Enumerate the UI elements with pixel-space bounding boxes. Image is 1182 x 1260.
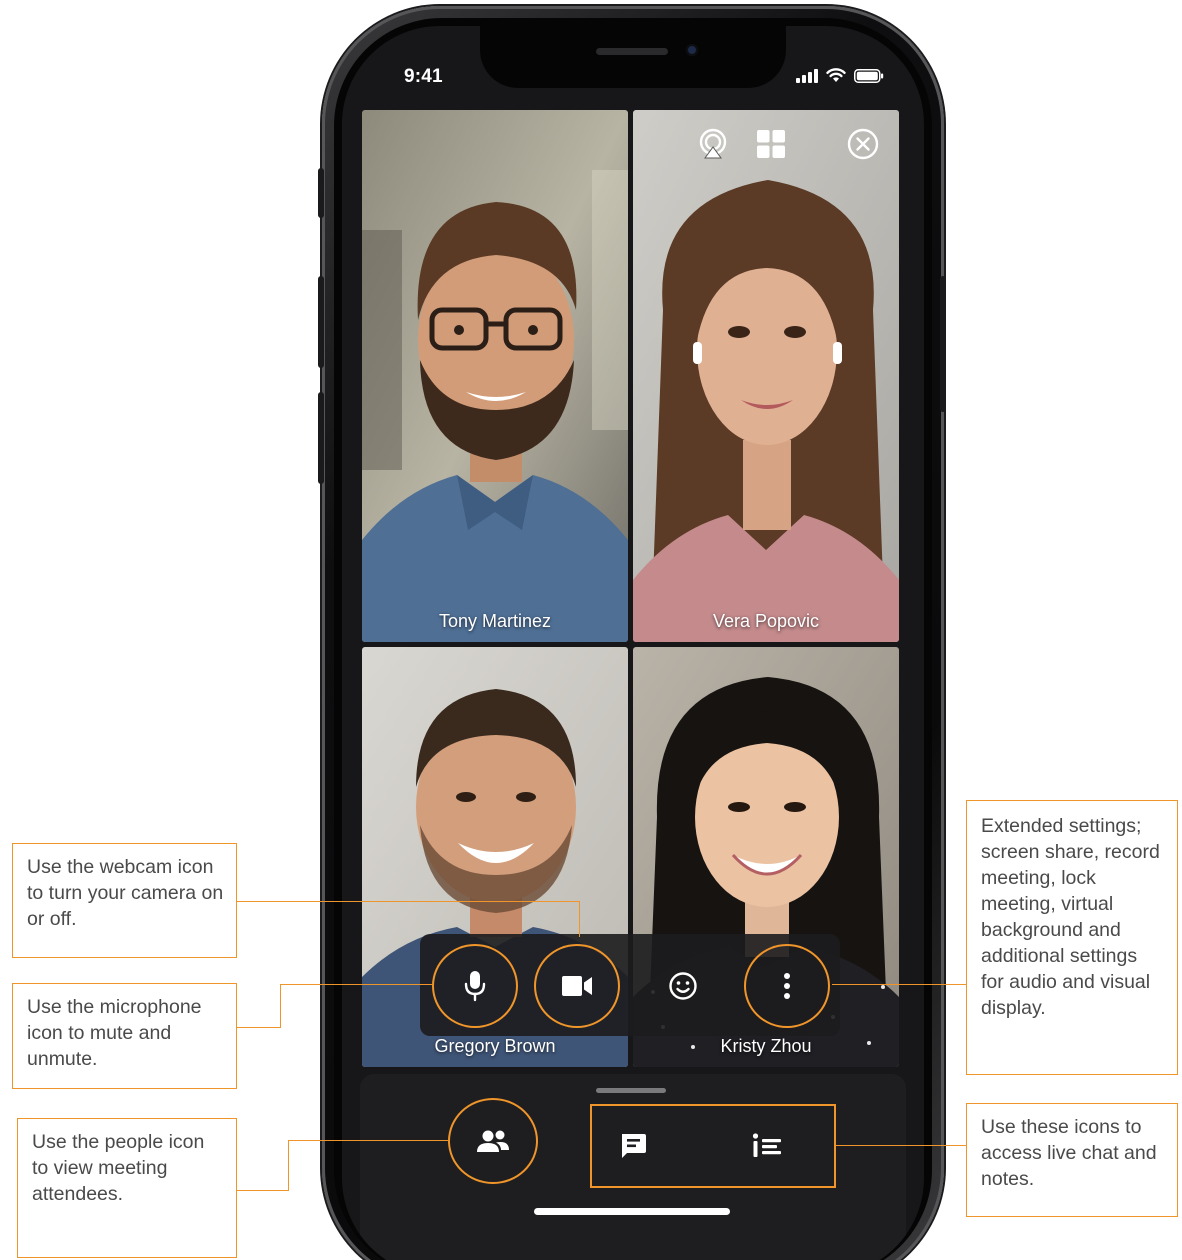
participant-name: Gregory Brown [434,1036,556,1056]
webcam-icon [562,976,592,996]
chat-button[interactable] [606,1120,660,1172]
participant-name: Kristy Zhou [720,1036,812,1056]
people-callout-text: Use the people icon to view meeting atte… [32,1131,205,1205]
chat-notes-group [590,1104,836,1188]
participant-video-vera [633,110,899,642]
settings-callout-text: Extended settings; screen share, record … [981,815,1160,1019]
grid-layout-icon [757,130,785,158]
microphone-callout: Use the microphone icon to mute and unmu… [12,983,237,1089]
phone-screen: 9:41 Tony Martinez Vera Popovic Gregory … [342,26,924,1260]
participant-name: Vera Popovic [712,611,820,631]
bottom-sheet [360,1074,906,1260]
signal-icon [796,68,818,83]
webcam-callout-text: Use the webcam icon to turn your camera … [27,856,224,930]
airplay-icon [699,128,727,159]
reactions-button[interactable] [640,944,726,1028]
grid-layout-button[interactable] [753,126,789,162]
webcam-button[interactable] [534,944,620,1028]
volume-down-button [318,392,324,484]
wifi-icon [826,68,846,82]
emoji-icon [669,972,697,1000]
close-circle-icon [847,128,879,160]
microphone-leader-h2 [280,984,432,986]
microphone-leader-v [280,984,282,1028]
chat-notes-callout-text: Use these icons to access live chat and … [981,1116,1157,1190]
webcam-leader-line [237,901,580,937]
participant-name: Tony Martinez [438,611,552,631]
notes-icon [752,1133,781,1157]
chat-notes-leader-line [836,1145,966,1147]
notes-button[interactable] [740,1120,794,1172]
more-vertical-icon [784,973,790,999]
people-leader-h1 [237,1190,289,1192]
sheet-grabber[interactable] [596,1088,666,1093]
volume-up-button [318,276,324,368]
leave-meeting-button[interactable] [845,126,881,162]
front-camera [686,44,698,56]
people-callout: Use the people icon to view meeting atte… [17,1118,237,1258]
airplay-button[interactable] [695,126,731,162]
home-indicator[interactable] [534,1208,730,1215]
meeting-toolbar [420,934,840,1036]
settings-callout: Extended settings; screen share, record … [966,800,1178,1075]
people-leader-h2 [288,1140,450,1142]
participant-tile-vera[interactable]: Vera Popovic [633,110,899,642]
participant-tile-tony[interactable]: Tony Martinez [362,110,628,642]
microphone-leader-h1 [237,1027,281,1029]
people-button[interactable] [448,1098,538,1184]
status-time: 9:41 [404,66,443,87]
people-leader-v [288,1140,290,1191]
mute-switch [318,168,324,218]
status-icons [796,68,884,83]
people-icon [477,1130,509,1152]
webcam-callout: Use the webcam icon to turn your camera … [12,843,237,958]
participant-video-tony [362,110,628,642]
more-settings-button[interactable] [744,944,830,1028]
power-button [940,276,946,412]
battery-icon [854,68,884,83]
speaker-grille [596,48,668,55]
microphone-icon [464,971,486,1002]
chat-notes-callout: Use these icons to access live chat and … [966,1103,1178,1217]
notch [480,26,786,88]
settings-leader-line [832,984,967,986]
microphone-button[interactable] [432,944,518,1028]
microphone-callout-text: Use the microphone icon to mute and unmu… [27,996,202,1070]
chat-icon [622,1134,646,1158]
